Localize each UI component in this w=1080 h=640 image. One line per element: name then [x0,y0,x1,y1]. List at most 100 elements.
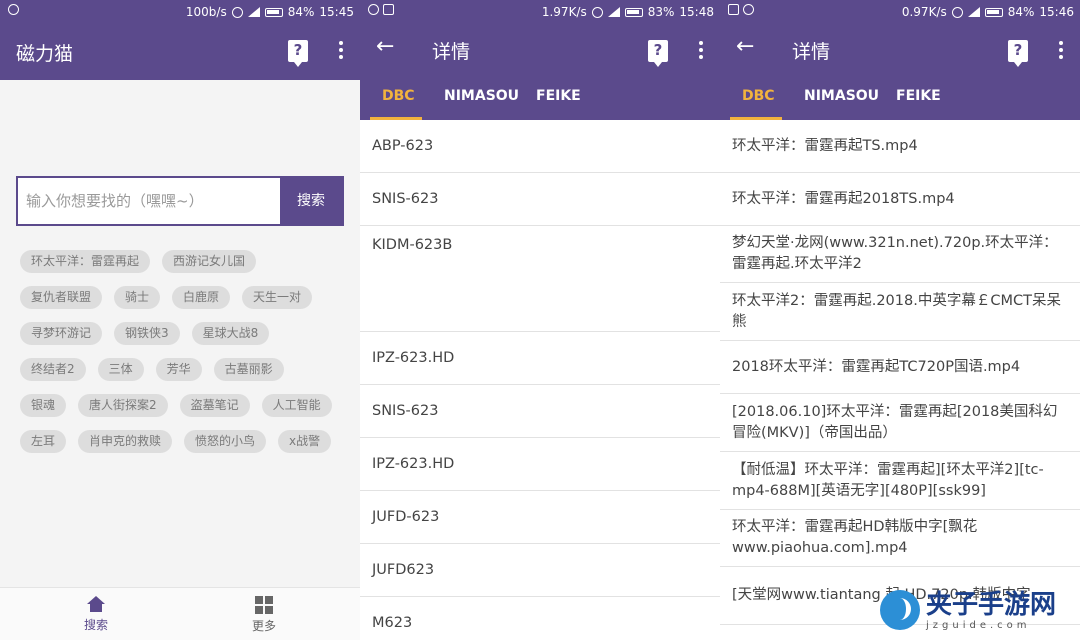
tag-chip[interactable]: 西游记女儿国 [162,250,257,273]
help-icon[interactable]: ? [648,40,668,67]
tag-chip[interactable]: 三体 [97,358,144,381]
tab-feike[interactable]: FEIKE [536,88,581,104]
tag-row: 环太平洋：雷霆再起 西游记女儿国 [20,250,345,273]
home-icon [87,596,105,612]
result-row[interactable]: 【耐低温】环太平洋：雷霆再起][环太平洋2][tc-mp4-688M][英语无字… [720,452,1080,510]
nav-search-label: 搜索 [83,618,108,632]
alarm-icon [231,6,243,18]
search-button[interactable]: 搜索 [280,178,342,224]
result-row[interactable]: KIDM-623B [360,226,720,332]
result-row[interactable]: IPZ-623.HD [360,332,720,385]
nav-search[interactable]: 搜索 [56,596,136,633]
result-row[interactable]: M623 [360,597,720,640]
battery-level: 83% [647,5,675,19]
clock: 15:46 [1039,5,1074,19]
battery-level: 84% [1007,5,1035,19]
result-row[interactable]: ABP-623 [360,120,720,173]
help-icon[interactable]: ? [288,40,308,67]
tag-chip[interactable]: 古墓丽影 [213,358,284,381]
result-row[interactable]: 环太平洋2：雷霆再起.2018.中英字幕￡CMCT呆呆熊 [720,283,1080,341]
alarm-icon [591,6,603,18]
network-speed: 0.97K/s [901,5,947,19]
tag-chip[interactable]: 环太平洋：雷霆再起 [20,250,151,273]
result-row[interactable]: 梦幻天堂·龙网(www.321n.net).720p.环太平洋：雷霆再起.环太平… [720,226,1080,283]
tag-row: 寻梦环游记 钢铁侠3 星球大战8 [20,322,345,345]
tag-chip[interactable]: 钢铁侠3 [114,322,180,345]
clock: 15:48 [679,5,714,19]
tag-chip[interactable]: 肖申克的救赎 [78,430,173,453]
network-speed: 100b/s [185,5,227,19]
battery-icon [984,7,1003,17]
nav-more[interactable]: 更多 [224,596,304,634]
result-row[interactable]: SNIS-623 [360,173,720,226]
watermark-text: 夹子手游网 [926,589,1057,620]
watermark: 夹子手游网 jzguide.com [880,586,1076,634]
overflow-menu-icon[interactable] [698,41,704,61]
tag-chip[interactable]: 盗墓笔记 [179,394,250,417]
detail-screen-a: 1.97K/s 83% 15:48 ← 详情 ? DBC NIMASOU FEI… [360,0,720,640]
detail-screen-b: 0.97K/s 84% 15:46 ← 详情 ? DBC NIMASOU FEI… [720,0,1080,640]
app-bar: 磁力猫 ? [0,24,360,80]
tag-chip[interactable]: 天生一对 [242,286,313,309]
result-row[interactable]: 环太平洋：雷霆再起2018TS.mp4 [720,173,1080,226]
wifi-icon [951,6,963,18]
status-bar: 0.97K/s 84% 15:46 [720,0,1080,24]
tag-chip[interactable]: 骑士 [114,286,161,309]
image-icon [383,4,394,15]
overflow-menu-icon[interactable] [338,41,344,61]
battery-icon [624,7,643,17]
network-speed: 1.97K/s [541,5,587,19]
tag-chip[interactable]: 终结者2 [20,358,86,381]
notification-icon [8,4,19,15]
tag-row: 银魂 唐人街探案2 盗墓笔记 人工智能 [20,394,345,417]
search-input[interactable] [18,178,280,224]
result-row[interactable]: 环太平洋：雷霆再起HD韩版中字[飘花www.piaohua.com].mp4 [720,510,1080,567]
overflow-menu-icon[interactable] [1058,41,1064,61]
app-bar: ← 详情 ? [360,24,720,80]
signal-icon [247,7,260,17]
signal-icon [607,7,620,17]
page-title: 详情 [792,41,831,63]
tag-chip[interactable]: 白鹿原 [172,286,231,309]
result-row[interactable]: JUFD623 [360,544,720,597]
status-bar: 100b/s 84% 15:45 [0,0,360,24]
clock: 15:45 [319,5,354,19]
tag-chip[interactable]: 愤怒的小鸟 [184,430,267,453]
help-icon[interactable]: ? [1008,40,1028,67]
notification-icon [743,4,754,15]
source-tabs: DBC NIMASOU FEIKE [360,80,720,120]
tab-nimasou[interactable]: NIMASOU [804,88,879,104]
result-row[interactable]: IPZ-623.HD [360,438,720,491]
image-icon [728,4,739,15]
result-row[interactable]: 2018环太平洋：雷霆再起TC720P国语.mp4 [720,341,1080,394]
app-title: 磁力猫 [16,43,74,65]
result-row[interactable]: JUFD-623 [360,491,720,544]
result-row[interactable]: 环太平洋：雷霆再起TS.mp4 [720,120,1080,173]
result-row[interactable]: [2018.06.10]环太平洋：雷霆再起[2018美国科幻冒险(MKV)]（帝… [720,394,1080,452]
tab-dbc[interactable]: DBC [382,88,415,104]
tab-dbc[interactable]: DBC [742,88,775,104]
tag-chip[interactable]: 左耳 [20,430,67,453]
app-bar: ← 详情 ? [720,24,1080,80]
notification-icon [368,4,379,15]
tag-chip[interactable]: 星球大战8 [191,322,270,345]
tag-row: 左耳 肖申克的救赎 愤怒的小鸟 x战警 [20,430,345,453]
tag-chip[interactable]: 银魂 [20,394,67,417]
search-screen: 100b/s 84% 15:45 磁力猫 ? 搜索 环太平洋：雷霆再起 西游记女… [0,0,360,640]
tag-chip[interactable]: 唐人街探案2 [78,394,168,417]
tag-chip[interactable]: 复仇者联盟 [20,286,103,309]
page-title: 详情 [432,41,471,63]
battery-icon [264,7,283,17]
source-tabs: DBC NIMASOU FEIKE [720,80,1080,120]
back-arrow-icon[interactable]: ← [376,34,400,59]
tag-row: 终结者2 三体 芳华 古墓丽影 [20,358,345,381]
tab-feike[interactable]: FEIKE [896,88,941,104]
bottom-navigation: 搜索 更多 [0,587,360,640]
result-row[interactable]: SNIS-623 [360,385,720,438]
tag-chip[interactable]: 人工智能 [261,394,332,417]
tag-chip[interactable]: 寻梦环游记 [20,322,103,345]
tab-nimasou[interactable]: NIMASOU [444,88,519,104]
tag-chip[interactable]: x战警 [278,430,332,453]
tag-chip[interactable]: 芳华 [155,358,202,381]
back-arrow-icon[interactable]: ← [736,34,760,59]
